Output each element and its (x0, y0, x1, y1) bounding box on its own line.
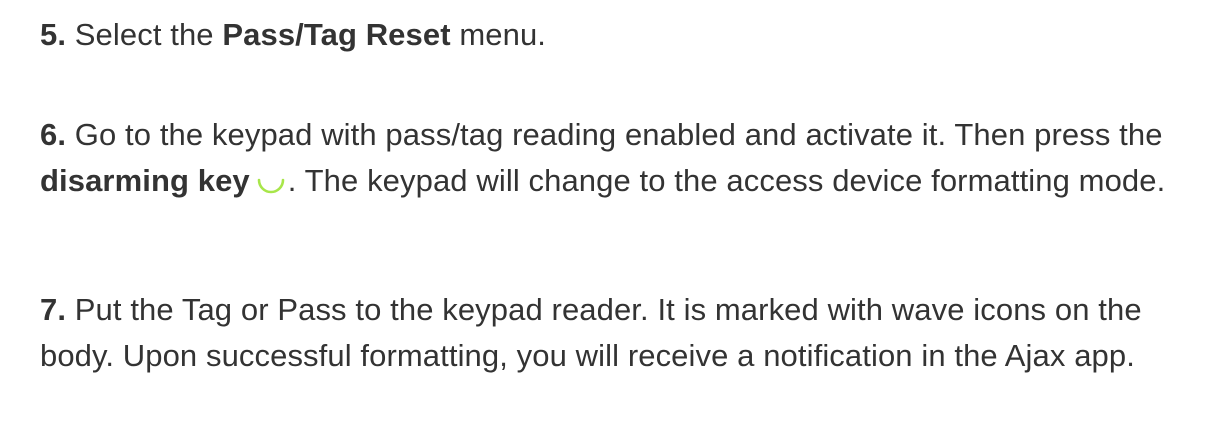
key-name: disarming key (40, 163, 250, 198)
step-text: Go to the keypad with pass/tag reading e… (74, 117, 1163, 152)
step-number: 5. (40, 17, 67, 52)
step-5: 5. Select the Pass/Tag Reset menu. (40, 12, 1180, 58)
instructions-page: 5. Select the Pass/Tag Reset menu. 6. Go… (0, 0, 1220, 437)
step-7: 7. Put the Tag or Pass to the keypad rea… (40, 287, 1180, 379)
step-text: . The keypad will change to the access d… (287, 163, 1166, 198)
step-6: 6. Go to the keypad with pass/tag readin… (40, 112, 1180, 204)
step-text: Put the Tag or Pass to the keypad reader… (40, 292, 1142, 373)
menu-name: Pass/Tag Reset (222, 17, 451, 52)
disarm-arc-icon (254, 163, 288, 197)
step-text: Select the (74, 17, 223, 52)
step-number: 7. (40, 292, 67, 327)
step-number: 6. (40, 117, 67, 152)
step-text: menu. (450, 17, 547, 52)
disarm-arc-shape (257, 178, 285, 194)
